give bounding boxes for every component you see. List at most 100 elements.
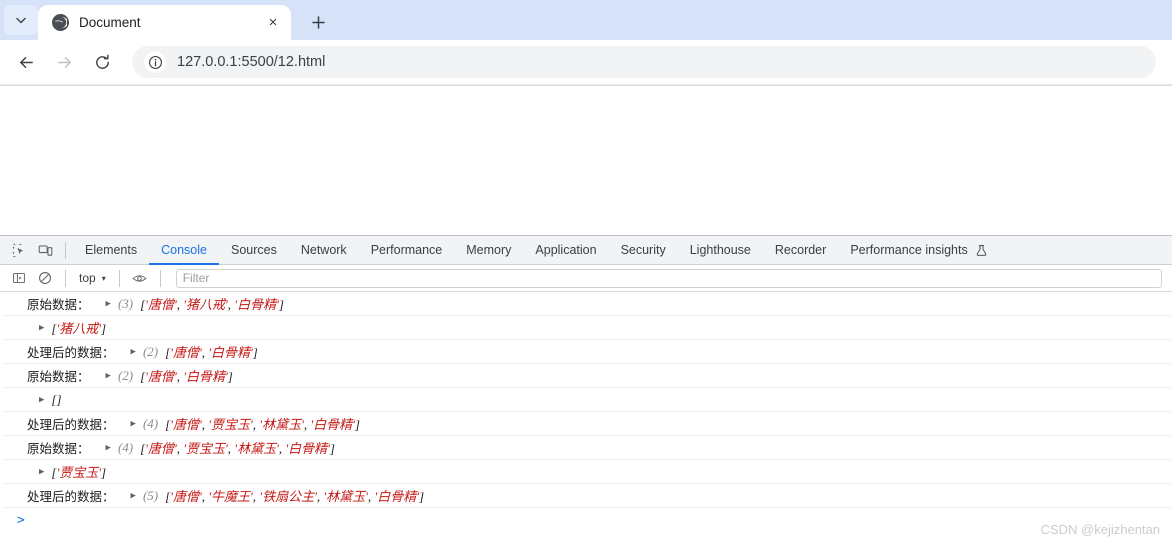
- bracket-close: ]: [354, 417, 360, 432]
- array-length-badge: (2): [117, 367, 134, 383]
- tab-label: Elements: [85, 242, 138, 257]
- address-bar[interactable]: 127.0.0.1:5500/12.html: [132, 46, 1156, 78]
- tab-lighthouse[interactable]: Lighthouse: [678, 236, 763, 265]
- live-expression-eye-icon[interactable]: [127, 266, 153, 290]
- tab-label: Memory: [466, 242, 512, 257]
- tab-label: Recorder: [774, 242, 827, 257]
- disclosure-triangle-icon[interactable]: ▶: [131, 347, 136, 357]
- console-message-row[interactable]: ▶ []: [3, 388, 1172, 412]
- array-item-string: '猪八戒': [56, 321, 102, 336]
- tab-sources[interactable]: Sources: [219, 236, 289, 265]
- array-item-string: '唐僧': [170, 489, 202, 504]
- console-toolbar: top ▾ Filter: [0, 265, 1172, 292]
- disclosure-triangle-icon[interactable]: ▶: [39, 323, 44, 333]
- close-icon[interactable]: ×: [263, 13, 283, 33]
- console-output: 原始数据： ▶ (3) ['唐僧', '猪八戒', '白骨精'] ▶ ['猪八戒'] 处理后…: [0, 292, 1172, 544]
- array-item-string: '唐僧': [170, 345, 202, 360]
- tab-security[interactable]: Security: [609, 236, 678, 265]
- array-item-string: '唐僧': [145, 441, 177, 456]
- chevron-down-icon: ▾: [101, 273, 106, 283]
- array-item-string: '白骨精': [234, 297, 279, 312]
- tab-performance[interactable]: Performance: [359, 236, 455, 265]
- console-sidebar-icon[interactable]: [6, 266, 32, 290]
- console-filter-input[interactable]: Filter: [175, 268, 1162, 288]
- prompt-chevron-icon: >: [17, 512, 25, 528]
- toolbar-divider: [118, 269, 120, 287]
- console-message-label: 原始数据：: [27, 298, 90, 312]
- console-message-label: 原始数据：: [27, 370, 90, 384]
- watermark: CSDN @kejizhentan: [1040, 522, 1160, 537]
- console-message-row[interactable]: 原始数据： ▶ (3) ['唐僧', '猪八戒', '白骨精']: [3, 292, 1172, 316]
- execution-context-select[interactable]: top ▾: [73, 268, 112, 288]
- array-value: []: [51, 392, 61, 408]
- console-message-row[interactable]: 原始数据： ▶ (2) ['唐僧', '白骨精']: [3, 364, 1172, 388]
- console-message-row[interactable]: ▶ ['猪八戒']: [3, 316, 1172, 340]
- new-tab-button[interactable]: [303, 7, 333, 37]
- tab-label: Performance insights: [850, 242, 968, 257]
- inspect-element-icon[interactable]: [6, 238, 32, 262]
- array-item-string: '牛魔王': [208, 489, 253, 504]
- disclosure-triangle-icon[interactable]: ▶: [106, 443, 111, 453]
- console-message-row[interactable]: 处理后的数据： ▶ (5) ['唐僧', '牛魔王', '铁扇公主', '林黛玉', …: [3, 484, 1172, 508]
- beaker-icon: [975, 244, 988, 257]
- bracket-close: ]: [227, 369, 233, 384]
- bracket-close: ]: [278, 297, 284, 312]
- tab-search-button[interactable]: [4, 5, 38, 35]
- tab-elements[interactable]: Elements: [73, 236, 149, 265]
- tab-label: Lighthouse: [689, 242, 751, 257]
- array-value: ['猪八戒']: [51, 318, 106, 337]
- console-message-label: 原始数据：: [27, 442, 90, 456]
- console-prompt[interactable]: >: [3, 508, 1172, 532]
- reload-icon: [95, 54, 109, 69]
- disclosure-triangle-icon[interactable]: ▶: [39, 395, 44, 405]
- array-length-badge: (5): [142, 487, 159, 503]
- address-bar-url: 127.0.0.1:5500/12.html: [177, 54, 326, 70]
- console-message-row[interactable]: 处理后的数据： ▶ (2) ['唐僧', '白骨精']: [3, 340, 1172, 364]
- tab-application[interactable]: Application: [523, 236, 608, 265]
- array-value: ['唐僧', '贾宝玉', '林黛玉', '白骨精']: [165, 414, 360, 433]
- tab-recorder[interactable]: Recorder: [763, 236, 838, 265]
- clear-console-icon[interactable]: [32, 266, 58, 290]
- array-item-string: '林黛玉': [234, 441, 279, 456]
- tab-label: Performance: [370, 242, 443, 257]
- bracket-close: ]: [101, 465, 107, 480]
- device-toolbar-icon[interactable]: [32, 238, 58, 262]
- array-item-string: '猪八戒': [183, 297, 228, 312]
- disclosure-triangle-icon[interactable]: ▶: [131, 419, 136, 429]
- forward-button[interactable]: [48, 46, 80, 78]
- info-circle-icon[interactable]: [144, 51, 166, 73]
- array-value: ['贾宝玉']: [51, 462, 106, 481]
- plus-icon: [311, 15, 325, 29]
- console-message-label: 处理后的数据：: [27, 490, 115, 504]
- tab-console[interactable]: Console: [149, 236, 219, 265]
- tab-performance-insights[interactable]: Performance insights: [838, 236, 999, 265]
- disclosure-triangle-icon[interactable]: ▶: [39, 467, 44, 477]
- array-item-string: '白骨精': [310, 417, 355, 432]
- browser-window: Document × 127.0.0.1:5500/12.html Elemen…: [0, 0, 1172, 544]
- tab-memory[interactable]: Memory: [454, 236, 523, 265]
- globe-icon: [52, 14, 69, 31]
- back-button[interactable]: [10, 46, 42, 78]
- reload-button[interactable]: [86, 46, 118, 78]
- console-message-row[interactable]: ▶ ['贾宝玉']: [3, 460, 1172, 484]
- array-item-string: '贾宝玉': [208, 417, 253, 432]
- array-length-badge: (4): [117, 439, 134, 455]
- console-message-row[interactable]: 处理后的数据： ▶ (4) ['唐僧', '贾宝玉', '林黛玉', '白骨精']: [3, 412, 1172, 436]
- toolbar-divider: [159, 269, 161, 287]
- browser-tab[interactable]: Document ×: [38, 5, 291, 40]
- array-item-string: '白骨精': [208, 345, 253, 360]
- console-message-label: 处理后的数据：: [27, 418, 115, 432]
- console-message-row[interactable]: 原始数据： ▶ (4) ['唐僧', '贾宝玉', '林黛玉', '白骨精']: [3, 436, 1172, 460]
- disclosure-triangle-icon[interactable]: ▶: [106, 371, 111, 381]
- disclosure-triangle-icon[interactable]: ▶: [131, 491, 136, 501]
- bracket-close: ]: [329, 441, 335, 456]
- page-viewport: [0, 85, 1172, 235]
- array-length-badge: (2): [142, 343, 159, 359]
- tab-label: Application: [535, 242, 597, 257]
- disclosure-triangle-icon[interactable]: ▶: [106, 299, 111, 309]
- bracket-close: ]: [56, 391, 62, 407]
- toolbar-divider: [65, 241, 66, 259]
- array-value: ['唐僧', '白骨精']: [140, 366, 233, 385]
- tab-label: Console: [161, 242, 207, 257]
- tab-network[interactable]: Network: [289, 236, 359, 265]
